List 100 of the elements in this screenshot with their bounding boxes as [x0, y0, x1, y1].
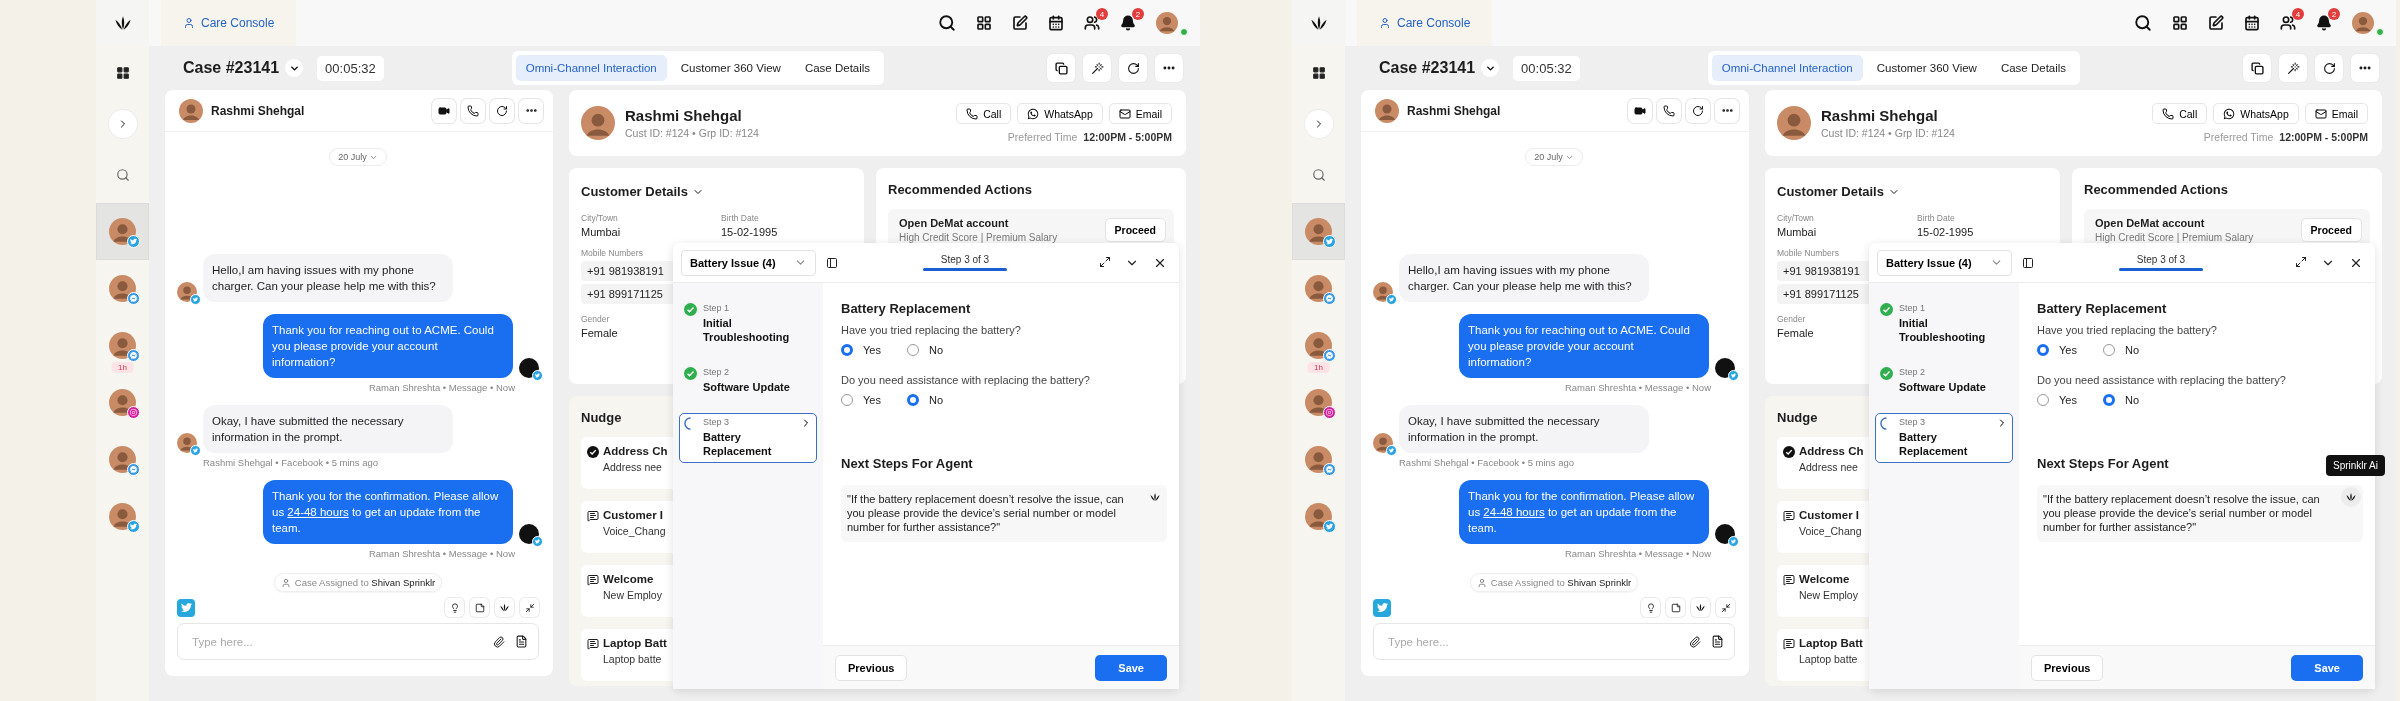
case-dropdown[interactable]	[285, 59, 304, 77]
video-button[interactable]	[1628, 98, 1652, 123]
expand-button[interactable]	[2295, 255, 2307, 270]
ai-button[interactable]	[2341, 487, 2361, 507]
more-button[interactable]	[519, 98, 543, 123]
field-label: Birth Date	[1917, 213, 1956, 223]
link[interactable]: 24-48 hours	[287, 506, 349, 518]
message-field[interactable]: Type here...	[1373, 623, 1735, 660]
sidebar-toggle[interactable]	[826, 256, 838, 269]
bird-icon[interactable]	[1373, 598, 1391, 617]
radio-button[interactable]	[906, 394, 919, 406]
contact-button[interactable]: Call	[956, 103, 1012, 124]
step-item[interactable]: Step 2 Software Update	[1875, 363, 2013, 399]
proceed-button[interactable]: Proceed	[2300, 218, 2362, 242]
team-button[interactable]: 4	[1084, 8, 1108, 31]
field-label: Birth Date	[721, 213, 760, 223]
template-icon[interactable]	[515, 635, 528, 648]
card-title: Customer Details	[581, 184, 688, 199]
link[interactable]: 24-48 hours	[1483, 506, 1545, 518]
date-filter[interactable]: 20 July	[1525, 148, 1583, 166]
assignment-text: Case Assigned to Shivan Sprinklr	[1490, 577, 1632, 588]
date-filter[interactable]: 20 July	[329, 148, 387, 166]
notifications-button[interactable]: 2	[2316, 8, 2340, 31]
customer-name: Rashmi Shehgal	[625, 107, 743, 124]
step-item[interactable]: Step 3 Battery Replacement	[1875, 413, 2013, 463]
proceed-button[interactable]: Proceed	[1104, 218, 1166, 242]
workflow-select[interactable]: Battery Issue (4)	[1877, 249, 2012, 276]
field-value: Mumbai	[1777, 226, 1818, 238]
refresh-button[interactable]	[2315, 54, 2343, 82]
console-tab[interactable]: Care Console	[1357, 0, 1493, 46]
previous-button[interactable]: Previous	[2031, 654, 2104, 681]
radio-button[interactable]	[2102, 344, 2115, 356]
lightbulb-icon	[449, 602, 460, 613]
option-label: Yes	[2059, 394, 2077, 406]
note-button[interactable]	[470, 598, 489, 617]
expand-button[interactable]	[1099, 255, 1111, 270]
search-icon	[115, 168, 130, 182]
refresh-button[interactable]	[1686, 98, 1710, 123]
contact-button[interactable]: WhatsApp	[1017, 103, 1103, 124]
conversation-item[interactable]	[96, 203, 149, 260]
expand-icon	[2295, 255, 2307, 268]
workflow-select[interactable]: Battery Issue (4)	[681, 249, 816, 276]
save-button[interactable]: Save	[2291, 654, 2363, 681]
bird-icon[interactable]	[177, 598, 195, 617]
step-item[interactable]: Step 3 Battery Replacement	[679, 413, 817, 463]
radio-button[interactable]	[906, 344, 919, 356]
template-icon[interactable]	[1711, 635, 1724, 648]
call-button[interactable]	[461, 98, 485, 123]
contact-button[interactable]: Call	[2152, 103, 2208, 124]
notifications-button[interactable]: 2	[1120, 8, 1144, 31]
wand-button[interactable]	[2279, 54, 2307, 82]
step-item[interactable]: Step 2 Software Update	[679, 363, 817, 399]
more-button[interactable]	[1715, 98, 1739, 123]
conversation-item[interactable]	[1292, 203, 1345, 260]
nudge-text: Address nee	[1799, 461, 1859, 473]
ai-button[interactable]	[1691, 598, 1710, 617]
wand-button[interactable]	[1083, 54, 1111, 82]
contact-button[interactable]: Email	[1108, 103, 1172, 124]
view-tab[interactable]: Omni-Channel Interaction	[515, 55, 667, 81]
attach-icon[interactable]	[493, 635, 505, 648]
contact-button[interactable]: Email	[2304, 103, 2368, 124]
radio-button[interactable]	[2102, 394, 2115, 406]
case-dropdown[interactable]	[1481, 59, 1500, 77]
lightbulb-button[interactable]	[445, 598, 464, 617]
step-counter: Step 3 of 3	[940, 254, 990, 265]
note-button[interactable]	[1666, 598, 1685, 617]
sidebar-toggle[interactable]	[2022, 256, 2034, 269]
copy-button[interactable]	[2243, 54, 2271, 82]
attach-icon[interactable]	[1689, 635, 1701, 648]
avatar	[1777, 106, 1811, 140]
radio-button[interactable]	[841, 344, 853, 356]
call-button[interactable]	[1657, 98, 1681, 123]
save-button[interactable]: Save	[1095, 654, 1167, 681]
refresh-button[interactable]	[490, 98, 514, 123]
view-tab[interactable]: Omni-Channel Interaction	[1711, 55, 1863, 81]
step-label: Step 2	[703, 367, 731, 377]
refresh-button[interactable]	[1119, 54, 1147, 82]
video-button[interactable]	[432, 98, 456, 123]
team-button[interactable]: 4	[2280, 8, 2304, 31]
section-title: Battery Replacement	[2037, 301, 2168, 316]
ai-button[interactable]	[495, 598, 514, 617]
view-tab[interactable]: Customer 360 View	[1866, 55, 1987, 81]
contact-button[interactable]: WhatsApp	[2213, 103, 2299, 124]
copy-button[interactable]	[1047, 54, 1075, 82]
previous-button[interactable]: Previous	[835, 654, 908, 681]
count-badge: 2	[2328, 8, 2340, 20]
pen-icon	[2208, 15, 2224, 31]
lightbulb-button[interactable]	[1641, 598, 1660, 617]
radio-button[interactable]	[841, 394, 853, 406]
radio-button[interactable]	[2037, 394, 2049, 406]
view-tab[interactable]: Customer 360 View	[670, 55, 791, 81]
message-bubble: Thank you for reaching out to ACME. Could you please provide your account information?	[1459, 314, 1709, 378]
view-tab[interactable]: Case Details	[794, 55, 881, 81]
view-tab[interactable]: Case Details	[1990, 55, 2077, 81]
radio-button[interactable]	[2037, 344, 2049, 356]
console-tab[interactable]: Care Console	[161, 0, 297, 46]
message-field[interactable]: Type here...	[177, 623, 539, 660]
bird-icon	[1386, 445, 1397, 456]
bird-icon	[532, 536, 543, 547]
option-label: No	[2124, 344, 2139, 356]
